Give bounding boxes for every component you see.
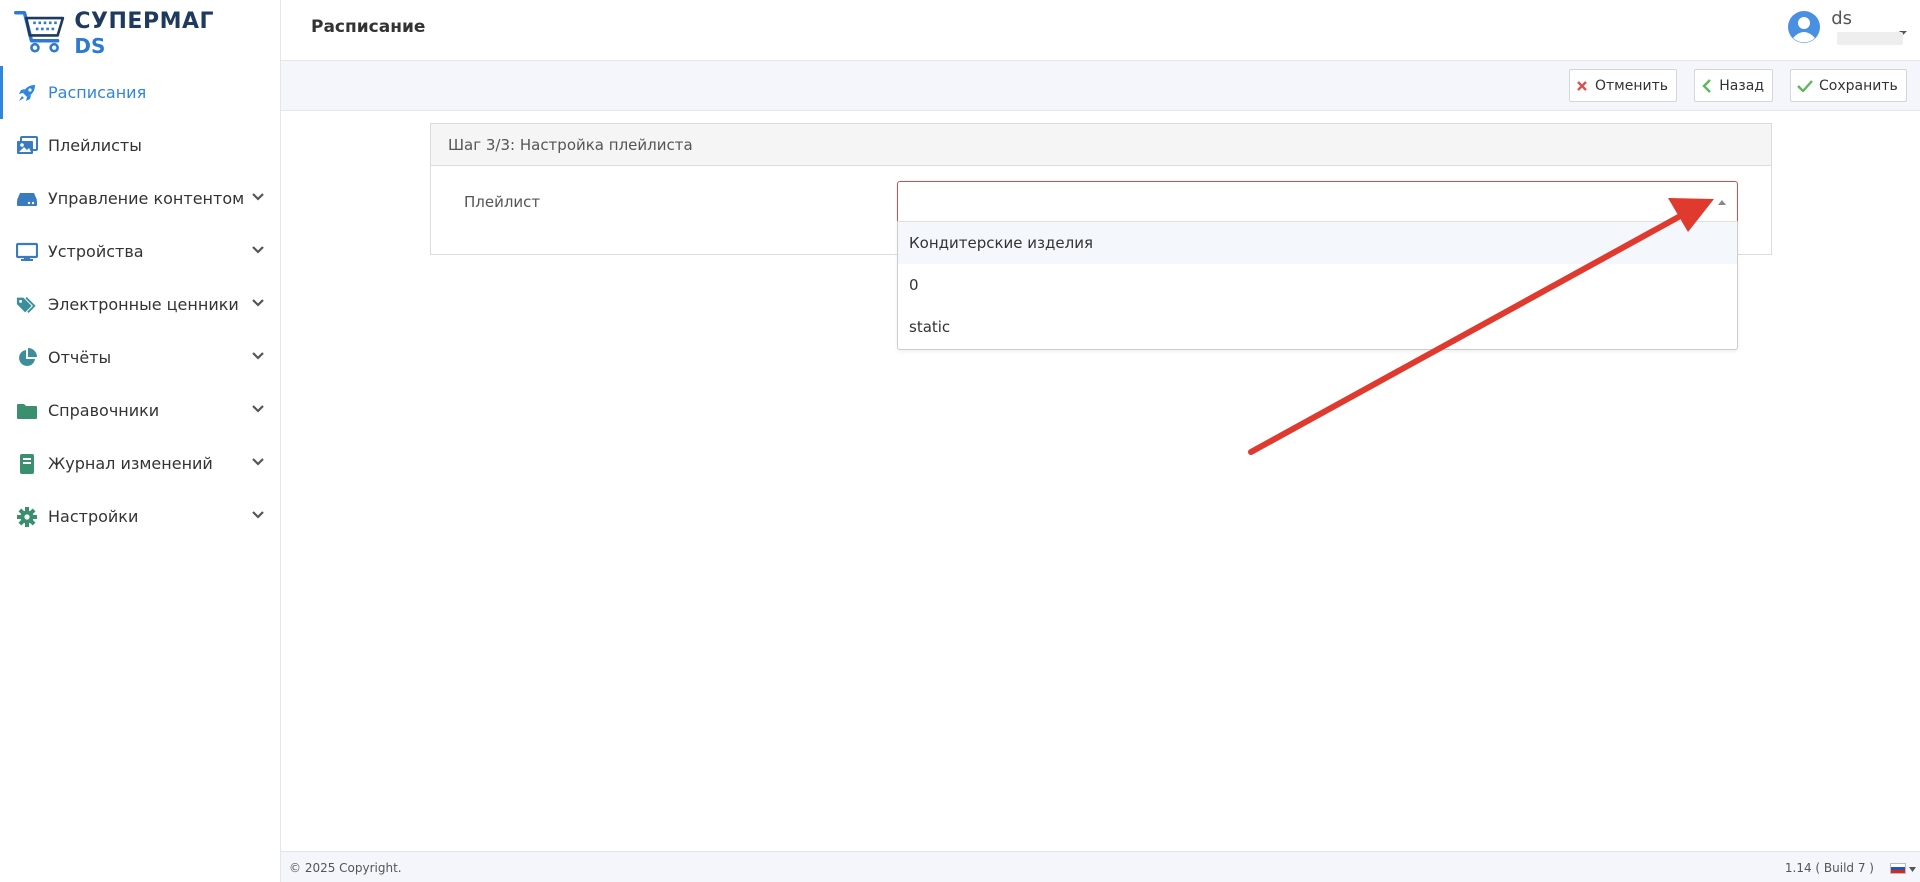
sidebar-item-price-tags[interactable]: Электронные ценники xyxy=(0,278,281,331)
sidebar-item-label: Устройства xyxy=(48,242,144,261)
sidebar-item-label: Настройки xyxy=(48,507,139,526)
sidebar-nav: Расписания Плейлисты Управление контенто… xyxy=(0,66,281,543)
hdd-icon xyxy=(16,188,38,210)
chevron-left-icon xyxy=(1695,70,1719,101)
sidebar-item-reports[interactable]: Отчёты xyxy=(0,331,281,384)
cart-logo-icon xyxy=(14,11,65,53)
save-button-label: Сохранить xyxy=(1819,77,1898,94)
cancel-button-label: Отменить xyxy=(1594,77,1668,94)
playlist-option[interactable]: Кондитерские изделия xyxy=(898,222,1737,264)
playlist-option[interactable]: 0 xyxy=(898,264,1737,306)
sidebar-item-changelog[interactable]: Журнал изменений xyxy=(0,437,281,490)
sidebar-item-settings[interactable]: Настройки xyxy=(0,490,281,543)
panel-title: Шаг 3/3: Настройка плейлиста xyxy=(431,124,1771,166)
version-text: 1.14 ( Build 7 ) xyxy=(1784,861,1874,875)
check-icon xyxy=(1791,70,1819,101)
action-toolbar: Отменить Назад Сохранить xyxy=(281,61,1920,111)
sidebar-item-label: Справочники xyxy=(48,401,160,420)
sidebar-item-label: Электронные ценники xyxy=(48,295,239,314)
gear-icon xyxy=(16,506,38,528)
logo-line1: СУПЕРМАГ xyxy=(74,9,214,34)
user-subtitle-redacted xyxy=(1837,32,1904,45)
cancel-button[interactable]: Отменить xyxy=(1569,69,1677,102)
folder-icon xyxy=(16,400,38,422)
sidebar-item-content[interactable]: Управление контентом xyxy=(0,172,281,225)
save-button[interactable]: Сохранить xyxy=(1790,69,1907,102)
sidebar-item-label: Управление контентом xyxy=(48,189,245,208)
user-menu[interactable]: ds xyxy=(1787,8,1908,45)
playlist-select[interactable] xyxy=(897,181,1738,221)
sidebar: СУПЕРМАГ DS Расписания Плейлисты Управле… xyxy=(0,0,281,882)
caret-up-icon[interactable] xyxy=(1717,198,1727,206)
sidebar-item-label: Расписания xyxy=(48,83,147,102)
username: ds xyxy=(1831,8,1852,29)
chevron-down-icon[interactable] xyxy=(251,190,265,204)
sidebar-item-label: Плейлисты xyxy=(48,136,142,155)
page-title: Расписание xyxy=(311,17,426,37)
close-icon xyxy=(1570,70,1595,101)
chevron-down-icon[interactable] xyxy=(251,296,265,310)
logo-text: СУПЕРМАГ DS xyxy=(74,9,214,59)
tags-icon xyxy=(16,294,38,316)
playlist-dropdown: Кондитерские изделия 0 static xyxy=(897,221,1738,350)
monitor-icon xyxy=(16,241,38,263)
sidebar-item-label: Отчёты xyxy=(48,348,112,367)
chevron-down-icon[interactable] xyxy=(251,402,265,416)
back-button[interactable]: Назад xyxy=(1694,69,1773,102)
rocket-icon xyxy=(16,82,38,104)
chevron-down-icon[interactable] xyxy=(251,508,265,522)
footer: © 2025 Copyright. 1.14 ( Build 7 ) xyxy=(281,851,1920,882)
sidebar-item-label: Журнал изменений xyxy=(48,454,213,473)
russian-flag-icon[interactable] xyxy=(1890,863,1906,874)
copyright-text: © 2025 Copyright. xyxy=(289,861,402,875)
caret-down-icon[interactable] xyxy=(1909,867,1916,872)
back-button-label: Назад xyxy=(1719,77,1764,94)
book-icon xyxy=(16,453,38,475)
playlist-option[interactable]: static xyxy=(898,306,1737,348)
logo-line2: DS xyxy=(74,34,106,58)
chevron-down-icon[interactable] xyxy=(251,349,265,363)
sidebar-item-schedules[interactable]: Расписания xyxy=(0,66,281,119)
sidebar-item-devices[interactable]: Устройства xyxy=(0,225,281,278)
images-icon xyxy=(16,135,38,157)
sidebar-item-directories[interactable]: Справочники xyxy=(0,384,281,437)
sidebar-item-playlists[interactable]: Плейлисты xyxy=(0,119,281,172)
pie-chart-icon xyxy=(16,347,38,369)
chevron-down-icon[interactable] xyxy=(251,455,265,469)
logo[interactable]: СУПЕРМАГ DS xyxy=(14,6,214,62)
chevron-down-icon[interactable] xyxy=(251,243,265,257)
top-header: Расписание ds xyxy=(281,0,1920,61)
user-avatar-icon[interactable] xyxy=(1787,10,1821,44)
playlist-field-label: Плейлист xyxy=(464,193,541,211)
